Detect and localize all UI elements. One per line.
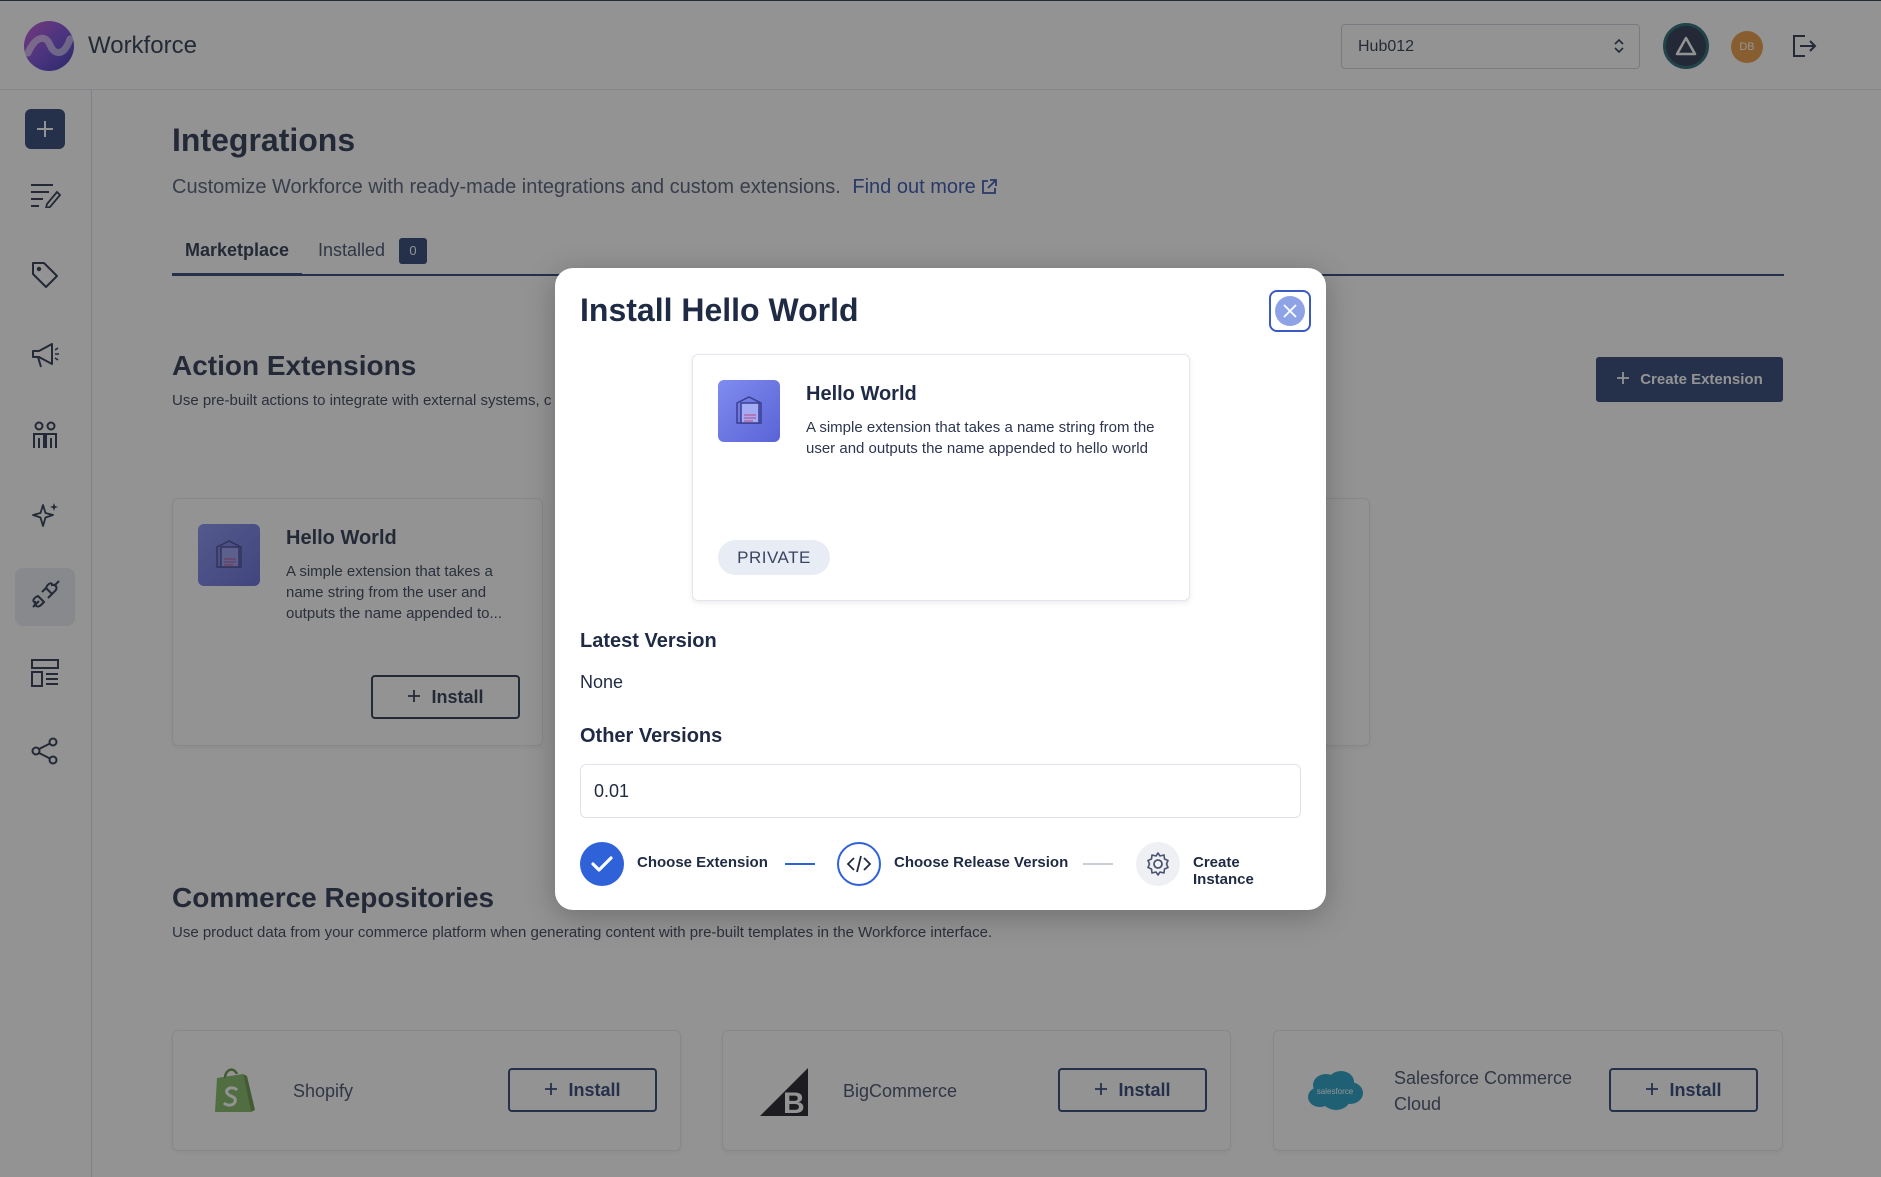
check-icon xyxy=(580,842,624,886)
close-button[interactable] xyxy=(1269,290,1311,332)
private-badge: PRIVATE xyxy=(718,540,830,575)
extension-document-icon xyxy=(718,380,780,442)
modal-card-title: Hello World xyxy=(806,383,917,405)
latest-version-value: None xyxy=(580,672,624,692)
step-create-instance: Create Instance xyxy=(1193,854,1254,888)
modal-card-description: A simple extension that takes a name str… xyxy=(806,419,1155,457)
install-modal: Install Hello World Hello World A simple… xyxy=(555,268,1326,910)
step-connector xyxy=(1083,863,1113,865)
code-icon xyxy=(837,842,881,886)
gear-icon xyxy=(1136,842,1180,886)
install-stepper: Choose Extension Choose Release Version … xyxy=(580,842,1301,888)
modal-title: Install Hello World xyxy=(580,292,859,328)
step-choose-release-version: Choose Release Version xyxy=(894,854,1069,871)
step-choose-extension: Choose Extension xyxy=(637,854,768,871)
other-versions-label: Other Versions xyxy=(580,725,723,747)
close-icon xyxy=(1275,296,1305,326)
modal-extension-card: Hello World A simple extension that take… xyxy=(692,354,1190,601)
step-connector xyxy=(785,863,815,865)
other-versions-select[interactable]: 0.01 xyxy=(580,764,1301,818)
latest-version-label: Latest Version xyxy=(580,630,717,652)
